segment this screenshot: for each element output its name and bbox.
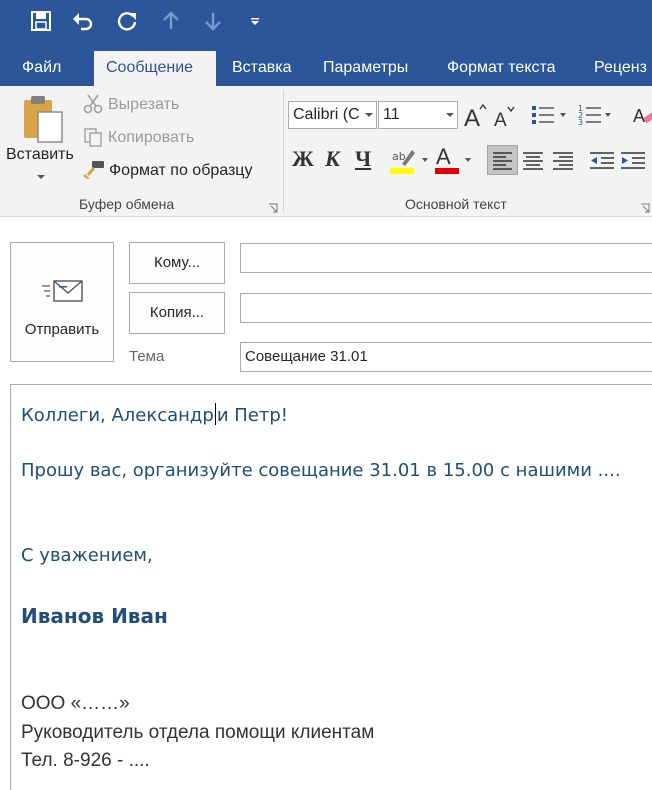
to-button[interactable]: Кому...: [129, 242, 225, 284]
svg-text:A: A: [464, 105, 480, 129]
grow-font-icon[interactable]: A: [463, 103, 487, 132]
font-size-combo[interactable]: 11: [378, 101, 458, 129]
highlight-icon[interactable]: ab: [390, 146, 432, 176]
cc-button[interactable]: Копия...: [129, 292, 225, 334]
font-name-value: Calibri (C: [293, 106, 360, 123]
text-caret: [214, 403, 216, 425]
send-envelope-icon: [41, 277, 85, 307]
svg-text:ab: ab: [392, 150, 406, 163]
paste-dropdown-icon[interactable]: [37, 175, 45, 179]
underline-button[interactable]: Ч: [355, 146, 371, 172]
arrow-down-icon[interactable]: [198, 6, 228, 36]
tab-format-text[interactable]: Формат текста: [447, 51, 556, 86]
greeting-text-end: и Петр!: [216, 405, 288, 426]
italic-button[interactable]: К: [325, 146, 340, 172]
send-button[interactable]: Отправить: [10, 242, 114, 362]
decrease-indent-icon[interactable]: [587, 146, 617, 174]
signature-phone: Тел. 8-926 - ....: [21, 750, 150, 771]
svg-text:A: A: [436, 144, 451, 169]
cc-field[interactable]: [240, 293, 652, 323]
format-painter-icon: [83, 160, 105, 180]
body-greeting: Коллеги, Александр и Петр!: [21, 403, 288, 426]
greeting-text: Коллеги, Александр: [21, 405, 214, 426]
undo-icon[interactable]: [68, 6, 98, 36]
chevron-down-icon: [365, 113, 373, 117]
tab-review[interactable]: Реценз: [594, 51, 647, 86]
format-painter-button[interactable]: Формат по образцу: [109, 162, 252, 180]
clipboard-launcher-icon[interactable]: [268, 200, 278, 213]
clipboard-group-label: Буфер обмена: [79, 196, 175, 212]
bold-button[interactable]: Ж: [292, 146, 314, 172]
copy-icon: [83, 127, 103, 147]
arrow-up-icon[interactable]: [156, 6, 186, 36]
signature-name: Иванов Иван: [21, 604, 168, 628]
tab-options[interactable]: Параметры: [323, 51, 408, 86]
cut-button[interactable]: Вырезать: [108, 96, 179, 114]
svg-text:3: 3: [578, 118, 583, 127]
copy-button[interactable]: Копировать: [108, 129, 194, 147]
signature-position: Руководитель отдела помощи клиентам: [21, 722, 375, 743]
clear-formatting-icon[interactable]: A: [632, 103, 652, 127]
bullets-icon[interactable]: [530, 103, 570, 127]
to-field[interactable]: [240, 243, 652, 273]
align-left-button[interactable]: [487, 145, 518, 175]
svg-text:A: A: [633, 106, 645, 126]
subject-label: Тема: [129, 348, 165, 365]
increase-indent-icon[interactable]: [618, 146, 648, 174]
svg-text:A: A: [494, 110, 507, 129]
group-separator: [283, 90, 284, 212]
align-right-button[interactable]: [548, 146, 578, 174]
shrink-font-icon[interactable]: A: [493, 105, 517, 131]
signature-company: ООО «……»: [21, 693, 130, 714]
basic-text-group-label: Основной текст: [405, 196, 507, 212]
customize-qat-icon[interactable]: [240, 6, 270, 36]
align-center-button[interactable]: [518, 146, 548, 174]
paste-button[interactable]: Вставить: [6, 146, 74, 164]
quick-access-toolbar: [0, 0, 652, 46]
ribbon-tabs: Файл Сообщение Вставка Параметры Формат …: [0, 46, 652, 86]
font-size-value: 11: [383, 106, 400, 123]
subject-field[interactable]: Совещание 31.01: [240, 342, 652, 372]
font-color-icon[interactable]: A: [433, 144, 475, 176]
tab-file[interactable]: Файл: [22, 51, 61, 86]
tab-insert[interactable]: Вставка: [232, 51, 291, 86]
ribbon: Вставить Вырезать Копировать Формат по о…: [0, 86, 652, 217]
body-closing: С уважением,: [21, 545, 153, 566]
send-label: Отправить: [24, 321, 100, 338]
redo-icon[interactable]: [112, 6, 142, 36]
tab-message[interactable]: Сообщение: [94, 51, 216, 86]
paste-icon[interactable]: [20, 94, 64, 144]
chevron-down-icon: [446, 113, 454, 117]
scissors-icon: [83, 94, 103, 114]
basic-text-launcher-icon[interactable]: [640, 200, 650, 213]
body-request: Прошу вас, организуйте совещание 31.01 в…: [21, 460, 621, 481]
font-name-combo[interactable]: Calibri (C: [288, 101, 377, 129]
save-icon[interactable]: [26, 6, 56, 36]
numbering-icon[interactable]: 123: [577, 103, 617, 127]
